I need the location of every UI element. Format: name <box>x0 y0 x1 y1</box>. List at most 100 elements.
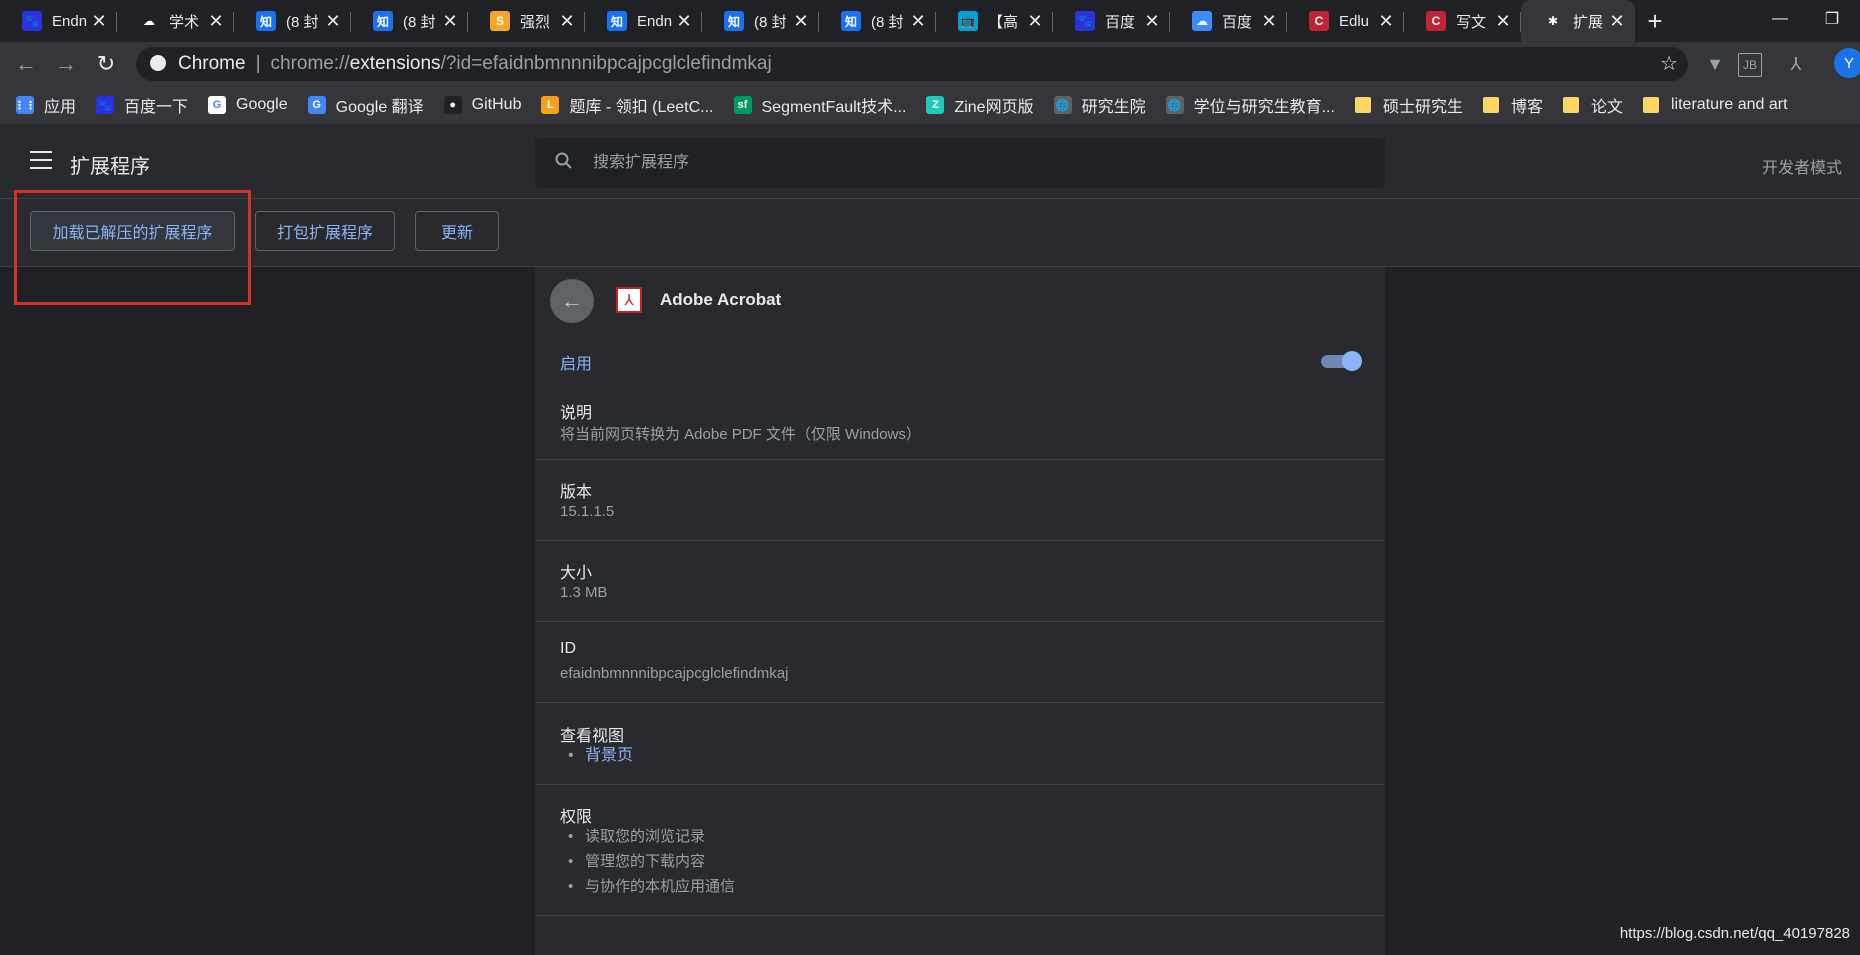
bookmark-item[interactable]: 🌐 研究生院 <box>1053 93 1146 117</box>
bilibili-icon: 📺 <box>958 11 978 31</box>
close-icon[interactable]: ✕ <box>1027 11 1043 32</box>
close-icon[interactable]: ✕ <box>208 11 224 32</box>
bookmark-star-icon[interactable]: ☆ <box>1660 51 1678 76</box>
tab-title: 学术 <box>169 13 200 31</box>
bookmark-label: GitHub <box>471 96 522 113</box>
tab-4[interactable]: S 强烈 ✕ <box>468 0 585 42</box>
close-icon[interactable]: ✕ <box>793 11 809 32</box>
bookmark-label: 博客 <box>1510 99 1543 116</box>
profile-avatar[interactable]: Y <box>1834 48 1860 78</box>
omnibox-divider: | <box>255 53 261 74</box>
bookmark-item[interactable]: 🌐 学位与研究生教育... <box>1165 93 1335 117</box>
url-text: chrome://extensions/?id=efaidnbmnnnibpca… <box>270 53 772 74</box>
tab-title: 强烈 <box>520 13 551 31</box>
address-bar[interactable]: Chrome | chrome://extensions/?id=efaidnb… <box>136 47 1688 81</box>
folder-icon <box>1354 97 1371 113</box>
bookmark-item[interactable]: 硕士研究生 <box>1354 93 1463 117</box>
close-icon[interactable]: ✕ <box>910 11 926 32</box>
zhihu-icon: 知 <box>841 11 861 31</box>
bookmark-item[interactable]: ⋮⋮ 应用 <box>14 93 76 117</box>
tab-6[interactable]: 知 (8 封 ✕ <box>702 0 819 42</box>
close-icon[interactable]: ✕ <box>1261 11 1277 32</box>
bookmark-item[interactable]: sf SegmentFault技术... <box>733 93 906 117</box>
baidu-paw-icon: 🐾 <box>1075 11 1095 31</box>
tab-13[interactable]: ✱ 扩展 ✕ <box>1521 0 1635 42</box>
close-icon[interactable]: ✕ <box>1609 11 1625 32</box>
enable-row: 启用 <box>535 327 1385 395</box>
folder-icon <box>1562 97 1579 113</box>
jetbrains-extension-icon[interactable]: JB <box>1738 53 1762 77</box>
enable-toggle[interactable] <box>1321 351 1362 371</box>
acrobat-extension-icon[interactable]: ⅄ <box>1778 46 1814 82</box>
minimize-icon[interactable]: — <box>1756 0 1804 38</box>
search-box[interactable] <box>535 138 1385 188</box>
developer-toolbar: 加载已解压的扩展程序 打包扩展程序 更新 <box>0 199 1860 267</box>
update-button[interactable]: 更新 <box>415 211 499 251</box>
tab-12[interactable]: C 写文 ✕ <box>1404 0 1521 42</box>
vimium-extension-icon[interactable]: ▼ <box>1697 46 1733 82</box>
close-icon[interactable]: ✕ <box>325 11 341 32</box>
bookmark-item[interactable]: L 题库 - 领扣 (LeetC... <box>541 93 714 117</box>
back-arrow-icon[interactable]: ← <box>550 279 594 323</box>
permission-item: 管理您的下载内容 <box>560 849 735 874</box>
background-page-link[interactable]: 背景页 <box>560 743 633 768</box>
tab-title: (8 封 <box>754 13 787 31</box>
baidu-paw-icon: 🐾 <box>22 11 42 31</box>
watermark: https://blog.csdn.net/qq_40197828 <box>1619 925 1850 942</box>
tab-11[interactable]: C Edlu ✕ <box>1287 0 1404 42</box>
restore-icon[interactable]: ❐ <box>1808 0 1856 38</box>
close-icon[interactable]: ✕ <box>559 11 575 32</box>
bookmark-label: 百度一下 <box>124 99 189 116</box>
close-icon[interactable]: ✕ <box>1495 11 1511 32</box>
apps-grid-icon: ⋮⋮ <box>14 96 36 114</box>
description-section: 说明 将当前网页转换为 Adobe PDF 文件（仅限 Windows） <box>535 395 1385 460</box>
reload-icon[interactable]: ↻ <box>86 44 126 84</box>
extensions-header: 扩展程序 开发者模式 <box>0 124 1860 199</box>
tab-9[interactable]: 🐾 百度 ✕ <box>1053 0 1170 42</box>
qiangli-icon: S <box>490 11 510 31</box>
tab-3[interactable]: 知 (8 封 ✕ <box>351 0 468 42</box>
tab-2[interactable]: 知 (8 封 ✕ <box>234 0 351 42</box>
bookmark-label: 硕士研究生 <box>1382 99 1463 116</box>
tab-7[interactable]: 知 (8 封 ✕ <box>819 0 936 42</box>
zhihu-icon: 知 <box>373 11 393 31</box>
close-icon[interactable]: ✕ <box>1378 11 1394 32</box>
extension-name: Adobe Acrobat <box>660 290 782 309</box>
csdn-icon: C <box>1309 11 1329 31</box>
bookmark-label: 论文 <box>1590 99 1623 116</box>
bookmark-item[interactable]: literature and art <box>1643 96 1788 114</box>
developer-mode-label[interactable]: 开发者模式 <box>1762 154 1842 178</box>
tab-1[interactable]: ☁ 学术 ✕ <box>117 0 234 42</box>
search-input[interactable] <box>591 153 1295 173</box>
menu-icon[interactable] <box>30 151 52 169</box>
close-icon[interactable]: ✕ <box>676 11 692 32</box>
close-icon[interactable]: ✕ <box>1144 11 1160 32</box>
bookmark-item[interactable]: ● GitHub <box>443 96 522 114</box>
tab-8[interactable]: 📺 【高 ✕ <box>936 0 1053 42</box>
zhihu-icon: 知 <box>724 11 744 31</box>
permissions-section: 权限 读取您的浏览记录 管理您的下载内容 与协作的本机应用通信 <box>535 785 1385 916</box>
forward-icon[interactable]: → <box>46 44 86 84</box>
close-icon[interactable]: ✕ <box>91 11 107 32</box>
tab-5[interactable]: 知 Endn ✕ <box>585 0 702 42</box>
id-value: efaidnbmnnnibpcajpcglclefindmkaj <box>560 665 789 682</box>
back-icon[interactable]: ← <box>6 44 46 84</box>
bookmark-item[interactable]: 🐾 百度一下 <box>96 93 188 117</box>
bookmark-item[interactable]: Z Zine网页版 <box>926 93 1034 117</box>
version-label: 版本 <box>560 484 593 501</box>
new-tab-icon[interactable]: + <box>1635 0 1675 42</box>
extension-detail-card: ← ⅄ Adobe Acrobat 启用 说明 将当前网页转换为 Adobe P… <box>535 267 1385 955</box>
bookmark-item[interactable]: 博客 <box>1482 93 1543 117</box>
tab-10[interactable]: ☁ 百度 ✕ <box>1170 0 1287 42</box>
puzzle-icon: ✱ <box>1543 11 1563 31</box>
description-text: 将当前网页转换为 Adobe PDF 文件（仅限 Windows） <box>560 426 921 443</box>
tab-0[interactable]: 🐾 Endn ✕ <box>0 0 117 42</box>
bookmark-item[interactable]: G Google <box>208 96 288 114</box>
bookmark-item[interactable]: 论文 <box>1562 93 1623 117</box>
github-icon: ● <box>443 96 462 114</box>
baidu-netdisk-icon: ☁ <box>1192 11 1212 31</box>
close-icon[interactable]: ✕ <box>442 11 458 32</box>
pack-extension-button[interactable]: 打包扩展程序 <box>255 211 395 251</box>
bookmark-label: Google 翻译 <box>335 99 424 116</box>
bookmark-item[interactable]: G Google 翻译 <box>307 93 424 117</box>
